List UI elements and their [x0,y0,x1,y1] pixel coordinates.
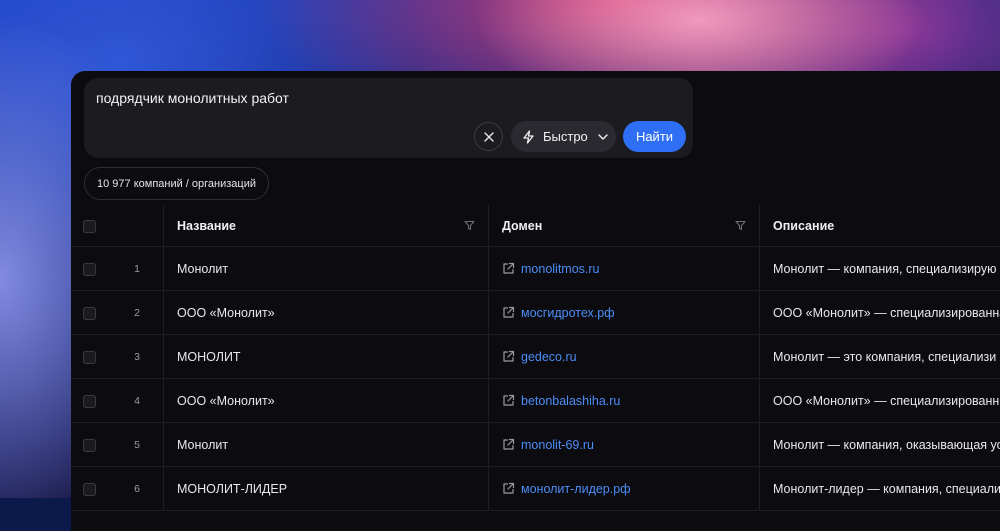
row-number: 2 [134,306,140,319]
domain-link[interactable]: мосгидротех.рф [502,291,752,334]
company-name: ООО «Монолит» [177,393,275,408]
row-number: 5 [134,438,140,451]
row-checkbox[interactable] [83,306,96,320]
external-link-icon [503,482,515,494]
column-header-description[interactable]: Описание [773,205,1000,246]
column-header-name[interactable]: Название [177,205,487,246]
domain-link[interactable]: монолит-лидер.рф [502,467,752,510]
company-description: Монолит — компания, оказывающая усл [773,437,1000,452]
external-link-icon [503,306,515,318]
row-checkbox[interactable] [83,438,96,452]
domain-text[interactable]: мосгидротех.рф [521,306,614,320]
select-all-checkbox[interactable] [83,219,96,233]
row-checkbox[interactable] [83,394,96,408]
name-filter-button[interactable] [464,220,475,231]
domain-filter-button[interactable] [735,220,746,231]
filter-icon [735,220,746,230]
table-row[interactable]: 4 ООО «Монолит» betonbalashiha.ru ООО «М… [71,379,1000,423]
company-description: Монолит — это компания, специализи [773,349,997,364]
column-header-domain[interactable]: Домен [502,205,752,246]
results-count-badge: 10 977 компаний / организаций [84,167,270,200]
external-link-icon [503,262,515,274]
domain-link[interactable]: gedeco.ru [502,335,752,378]
row-checkbox[interactable] [83,262,96,276]
external-link-icon [503,438,515,450]
table-row[interactable]: 5 Монолит monolit-69.ru Монолит — компан… [71,423,1000,467]
company-name: Монолит [177,437,229,452]
table-header-row: Название Домен Описание [71,205,1000,247]
company-description: ООО «Монолит» — специализированн [773,393,1000,408]
domain-link[interactable]: betonbalashiha.ru [502,379,752,422]
row-number: 4 [134,394,140,407]
domain-text[interactable]: betonbalashiha.ru [521,394,620,408]
company-description: Монолит — компания, специализирую [773,261,997,276]
chevron-down-icon [598,133,608,140]
company-name: МОНОЛИТ-ЛИДЕР [177,481,288,496]
domain-text[interactable]: monolitmos.ru [521,262,600,276]
table-row[interactable]: 1 Монолит monolitmos.ru Монолит — компан… [71,247,1000,291]
row-number: 1 [134,262,140,275]
filter-icon [464,220,475,230]
row-number: 3 [134,350,140,363]
row-checkbox[interactable] [83,350,96,364]
close-icon [483,131,494,142]
external-link-icon [503,350,515,362]
company-name: ООО «Монолит» [177,305,275,320]
search-mode-dropdown[interactable]: Быстро [511,121,616,152]
results-table: Название Домен Описание 1 Монолит monoli… [71,205,1000,511]
find-button[interactable]: Найти [623,121,686,152]
company-name: МОНОЛИТ [177,349,241,364]
domain-text[interactable]: monolit-69.ru [521,438,594,452]
domain-link[interactable]: monolitmos.ru [502,247,752,290]
clear-search-button[interactable] [474,122,503,151]
row-checkbox[interactable] [83,482,96,496]
company-description: ООО «Монолит» — специализированна [773,305,1000,320]
search-mode-label: Быстро [543,129,588,144]
table-row[interactable]: 3 МОНОЛИТ gedeco.ru Монолит — это компан… [71,335,1000,379]
domain-text[interactable]: gedeco.ru [521,350,577,364]
lightning-icon [523,129,534,144]
table-row[interactable]: 2 ООО «Монолит» мосгидротех.рф ООО «Моно… [71,291,1000,335]
table-row[interactable]: 6 МОНОЛИТ-ЛИДЕР монолит-лидер.рф Монолит… [71,467,1000,511]
company-description: Монолит-лидер — компания, специализ [773,481,1000,496]
search-input[interactable]: подрядчик монолитных работ [96,90,289,106]
row-number: 6 [134,482,140,495]
domain-link[interactable]: monolit-69.ru [502,423,752,466]
domain-text[interactable]: монолит-лидер.рф [521,482,630,496]
external-link-icon [503,394,515,406]
company-name: Монолит [177,261,229,276]
